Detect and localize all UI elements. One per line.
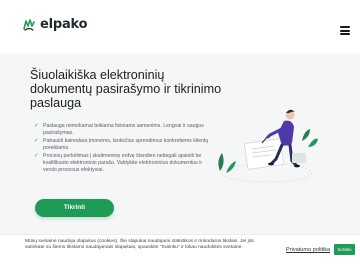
checkmark-icon: ✓ [34, 123, 39, 129]
site-header: elpako [0, 0, 360, 53]
elpako-logo-icon [23, 18, 35, 31]
privacy-policy-link[interactable]: Privatumo politika [286, 247, 330, 253]
checkmark-icon: ✓ [34, 138, 39, 144]
checkmark-icon: ✓ [34, 153, 39, 159]
feature-item: ✓ Paslauga nemokamai teikiama fiziniams … [34, 123, 204, 136]
hero-title: Šiuolaikiška elektroninių dokumentų pasi… [30, 68, 222, 110]
feature-item: ✓ Patraukli kainodara įmonėms, lanksčius… [34, 138, 209, 151]
logo[interactable]: elpako [22, 17, 88, 32]
cookie-banner: Mūsų svetainė naudoja slapukus (cookies)… [0, 234, 360, 266]
feature-item: ✓ Procesų perkėlimas į skaitmeninę erdvę… [34, 153, 203, 173]
hamburger-menu-icon[interactable] [340, 26, 350, 35]
verify-button[interactable]: Tikrinti [35, 199, 114, 217]
accept-cookies-button[interactable]: Sutinku [334, 244, 355, 255]
logo-text: elpako [40, 17, 88, 32]
feature-list: ✓ Paslauga nemokamai teikiama fiziniams … [34, 123, 214, 175]
cookie-text: Mūsų svetainė naudoja slapukus (cookies)… [25, 239, 254, 250]
signing-illustration [218, 109, 318, 183]
